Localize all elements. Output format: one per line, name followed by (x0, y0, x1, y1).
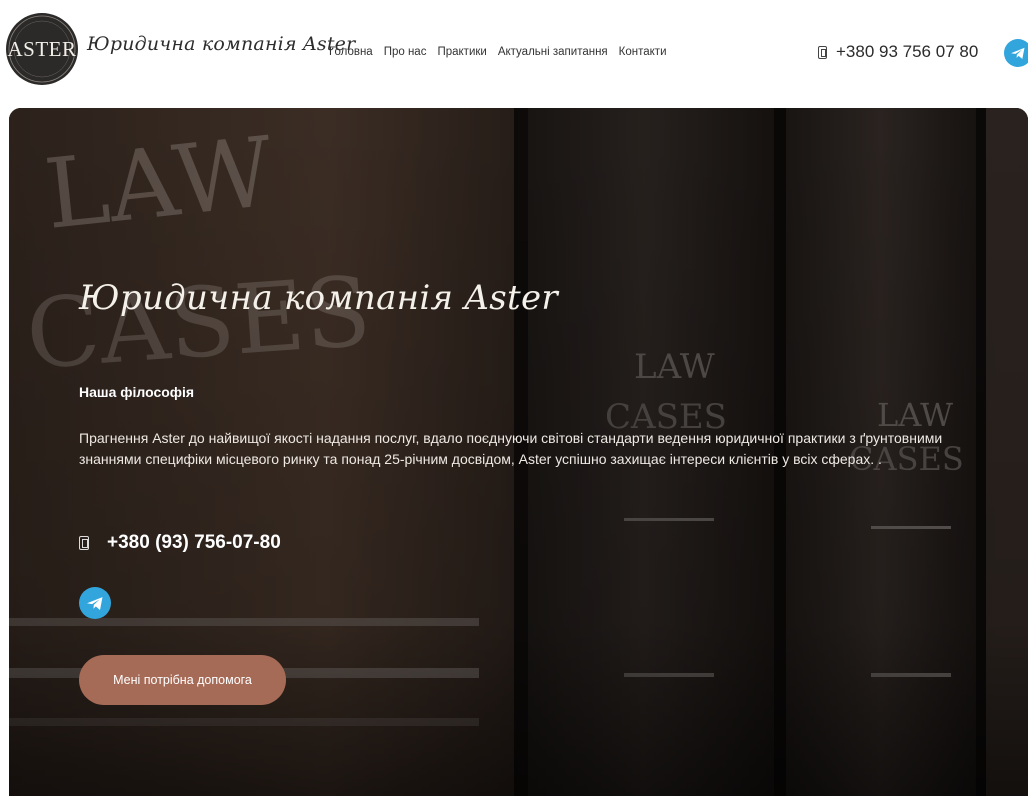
philosophy-text: Прагнення Aster до найвищої якості надан… (79, 430, 943, 467)
nav-item-faq[interactable]: Актуальні запитання (498, 46, 608, 58)
header-phone-number[interactable]: +380 93 756 07 80 (836, 42, 978, 62)
phone-icon (818, 45, 827, 59)
logo[interactable]: ASTER (6, 13, 78, 85)
philosophy-heading: Наша філософія (79, 384, 195, 400)
help-button[interactable]: Мені потрібна допомога (79, 655, 286, 705)
hero-section: LAW CASES LAW CASES LAW CASES Юридична к… (9, 108, 1028, 796)
hero-title: Юридична компанія Aster (79, 278, 558, 318)
main-nav: Головна Про нас Практики Актуальні запит… (329, 46, 678, 58)
nav-item-contacts[interactable]: Контакти (619, 46, 667, 58)
site-header: ASTER Юридична компанія Aster Головна Пр… (0, 0, 1028, 104)
hero-phone[interactable]: +380 (93) 756-07-80 (79, 532, 281, 554)
nav-item-about[interactable]: Про нас (384, 46, 427, 58)
logo-text: ASTER (7, 37, 77, 61)
nav-item-home[interactable]: Головна (329, 46, 373, 58)
nav-item-practices[interactable]: Практики (437, 46, 486, 58)
hero-phone-number[interactable]: +380 (93) 756-07-80 (107, 532, 281, 554)
telegram-icon[interactable] (79, 587, 111, 619)
telegram-icon[interactable] (1004, 39, 1028, 67)
phone-icon (79, 536, 89, 550)
brand-name[interactable]: Юридична компанія Aster (87, 33, 355, 69)
header-phone[interactable]: +380 93 756 07 80 (818, 41, 978, 63)
